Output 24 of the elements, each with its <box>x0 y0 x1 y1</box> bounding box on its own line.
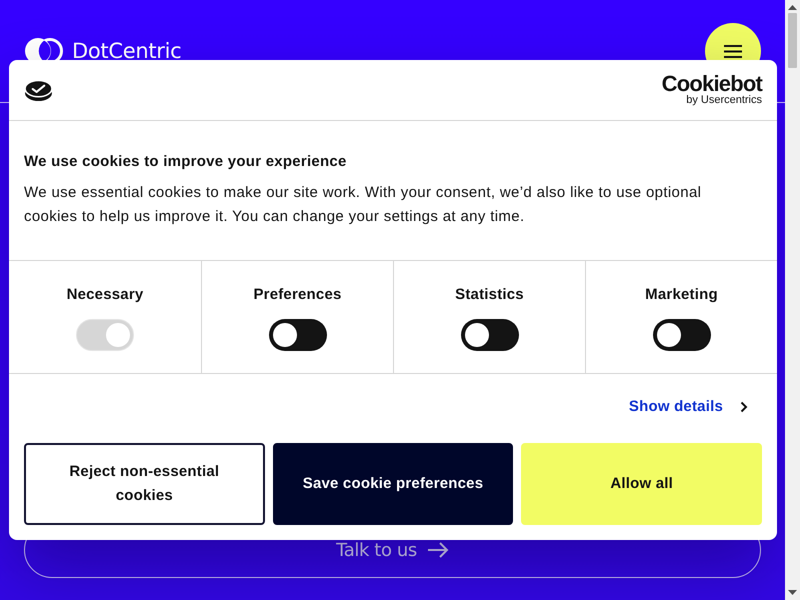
consent-button[interactable]: Allow all <box>521 443 762 525</box>
arrow-right-icon <box>426 542 449 558</box>
show-details-link[interactable]: Show details <box>628 395 723 419</box>
toggle-switch[interactable] <box>652 319 710 351</box>
chevron-right-icon[interactable] <box>740 401 748 413</box>
menu-icon <box>724 44 742 58</box>
scrollbar-track[interactable] <box>785 0 800 600</box>
arrow-up-icon[interactable] <box>788 5 797 10</box>
arrow-down-icon[interactable] <box>788 590 797 595</box>
category-label: Statistics <box>455 285 524 305</box>
category-label: Necessary <box>66 285 144 305</box>
category-label: Preferences <box>253 285 342 305</box>
consent-button[interactable]: Reject non-essential cookies <box>24 443 265 525</box>
dialog-text: We use essential cookies to make our site work. With your consent, we’d also like to use optional cookies to help us improve it. You can change your settings at any time. <box>24 183 702 227</box>
consent-button[interactable]: Save cookie preferences <box>272 443 514 525</box>
brand-wordmark: Cookiebot <box>662 74 762 94</box>
toggle-switch[interactable] <box>268 319 326 351</box>
toggle-switch[interactable] <box>460 319 518 351</box>
site-name[interactable]: DotCentric <box>72 39 182 63</box>
brand-tagline: by Usercentrics <box>686 94 762 106</box>
scrollbar-thumb[interactable] <box>788 13 797 68</box>
stacked-disc-check-icon <box>24 78 53 102</box>
category-label: Marketing <box>645 285 718 305</box>
dialog-title: We use cookies to improve your experience <box>24 152 348 172</box>
